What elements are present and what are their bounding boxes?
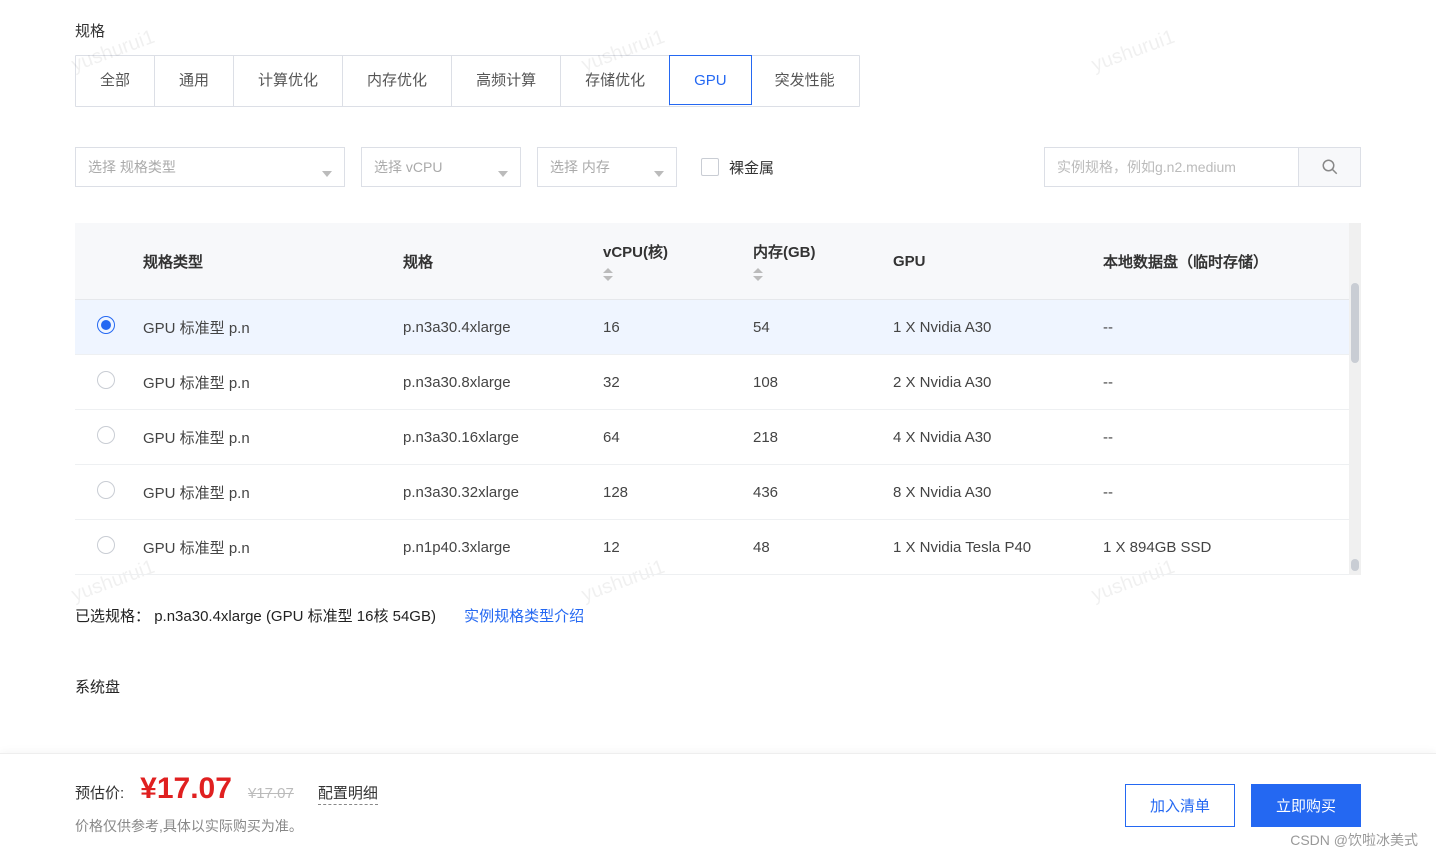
table-row[interactable]: GPU 标准型 p.np.n3a30.4xlarge16541 X Nvidia…	[75, 300, 1349, 355]
chevron-down-icon	[498, 164, 508, 170]
th-local-disk: 本地数据盘（临时存储）	[1095, 223, 1349, 300]
cell-spec-type: GPU 标准型 p.n	[135, 300, 395, 355]
csdn-attribution: CSDN @饮啦冰美式	[1290, 830, 1418, 850]
th-vcpu[interactable]: vCPU(核)	[595, 223, 745, 300]
search-group	[1044, 147, 1361, 187]
selected-spec-label: 已选规格：	[75, 608, 150, 625]
select-memory[interactable]: 选择 内存	[537, 147, 677, 187]
bare-metal-checkbox[interactable]	[701, 158, 719, 176]
estimate-price-value: ¥17.07	[140, 772, 232, 806]
chevron-down-icon	[322, 164, 332, 170]
buy-now-button[interactable]: 立即购买	[1251, 784, 1361, 827]
footer-actions: 加入清单 立即购买	[1125, 784, 1361, 827]
row-radio[interactable]	[97, 481, 115, 499]
scrollbar-thumb[interactable]	[1351, 559, 1359, 571]
table-row[interactable]: GPU 标准型 p.np.n3a30.16xlarge642184 X Nvid…	[75, 410, 1349, 465]
original-price-value: ¥17.07	[248, 785, 294, 802]
search-icon	[1321, 158, 1339, 176]
scrollbar-thumb[interactable]	[1351, 283, 1359, 363]
bare-metal-checkbox-group: 裸金属	[701, 157, 774, 178]
cell-spec-type: GPU 标准型 p.n	[135, 520, 395, 575]
cell-memory: 436	[745, 465, 885, 520]
row-radio[interactable]	[97, 426, 115, 444]
cell-local-disk: --	[1095, 410, 1349, 465]
chevron-down-icon	[654, 164, 664, 170]
th-memory[interactable]: 内存(GB)	[745, 223, 885, 300]
th-spec-type: 规格类型	[135, 223, 395, 300]
cell-spec: p.n3a30.8xlarge	[395, 355, 595, 410]
section-title-spec: 规格	[75, 20, 1361, 41]
select-vcpu[interactable]: 选择 vCPU	[361, 147, 521, 187]
cell-local-disk: 1 X 894GB SSD	[1095, 520, 1349, 575]
cell-memory: 108	[745, 355, 885, 410]
section-title-system-disk: 系统盘	[75, 676, 1361, 697]
select-spec-type[interactable]: 选择 规格类型	[75, 147, 345, 187]
table-row[interactable]: GPU 标准型 p.np.n3a30.32xlarge1284368 X Nvi…	[75, 465, 1349, 520]
bare-metal-label: 裸金属	[729, 157, 774, 178]
tab-高频计算[interactable]: 高频计算	[452, 56, 561, 106]
cell-vcpu: 32	[595, 355, 745, 410]
spec-table-wrap: 规格类型 规格 vCPU(核) 内存(GB) GPU 本地数据盘（临时存储） G…	[75, 223, 1361, 575]
tab-计算优化[interactable]: 计算优化	[234, 56, 343, 106]
cell-spec-type: GPU 标准型 p.n	[135, 410, 395, 465]
price-note: 价格仅供参考,具体以实际购买为准。	[75, 816, 378, 836]
spec-type-intro-link[interactable]: 实例规格类型介绍	[464, 608, 584, 625]
tab-通用[interactable]: 通用	[155, 56, 234, 106]
cell-local-disk: --	[1095, 465, 1349, 520]
footer-bar: 预估价: ¥17.07 ¥17.07 配置明细 价格仅供参考,具体以实际购买为准…	[0, 753, 1436, 856]
select-spec-type-placeholder: 选择 规格类型	[88, 157, 176, 177]
table-row[interactable]: GPU 标准型 p.np.n3a30.8xlarge321082 X Nvidi…	[75, 355, 1349, 410]
cell-gpu: 4 X Nvidia A30	[885, 410, 1095, 465]
cell-spec-type: GPU 标准型 p.n	[135, 355, 395, 410]
cell-memory: 48	[745, 520, 885, 575]
filter-row: 选择 规格类型 选择 vCPU 选择 内存 裸金属	[75, 147, 1361, 187]
row-radio[interactable]	[97, 536, 115, 554]
th-gpu: GPU	[885, 223, 1095, 300]
tab-存储优化[interactable]: 存储优化	[561, 56, 670, 106]
selected-spec-value: p.n3a30.4xlarge (GPU 标准型 16核 54GB)	[154, 608, 436, 625]
select-memory-placeholder: 选择 内存	[550, 157, 610, 177]
price-row: 预估价: ¥17.07 ¥17.07 配置明细	[75, 772, 378, 806]
tab-GPU[interactable]: GPU	[669, 55, 752, 105]
selected-spec-summary: 已选规格： p.n3a30.4xlarge (GPU 标准型 16核 54GB)…	[75, 605, 1361, 626]
cell-memory: 54	[745, 300, 885, 355]
cell-spec-type: GPU 标准型 p.n	[135, 465, 395, 520]
tab-全部[interactable]: 全部	[76, 56, 155, 106]
row-radio[interactable]	[97, 371, 115, 389]
cell-spec: p.n3a30.4xlarge	[395, 300, 595, 355]
cell-vcpu: 128	[595, 465, 745, 520]
spec-tabs: 全部通用计算优化内存优化高频计算存储优化GPU突发性能	[75, 55, 860, 107]
cell-spec: p.n3a30.32xlarge	[395, 465, 595, 520]
search-button[interactable]	[1299, 147, 1361, 187]
cell-spec: p.n1p40.3xlarge	[395, 520, 595, 575]
config-detail-link[interactable]: 配置明细	[318, 782, 378, 805]
cell-gpu: 1 X Nvidia A30	[885, 300, 1095, 355]
cell-vcpu: 16	[595, 300, 745, 355]
cell-local-disk: --	[1095, 300, 1349, 355]
cell-gpu: 2 X Nvidia A30	[885, 355, 1095, 410]
cell-gpu: 1 X Nvidia Tesla P40	[885, 520, 1095, 575]
search-input[interactable]	[1044, 147, 1299, 187]
estimate-price-label: 预估价:	[75, 782, 124, 803]
cell-gpu: 8 X Nvidia A30	[885, 465, 1095, 520]
sort-icon	[753, 268, 877, 281]
spec-table: 规格类型 规格 vCPU(核) 内存(GB) GPU 本地数据盘（临时存储） G…	[75, 223, 1349, 575]
table-row[interactable]: GPU 标准型 p.np.n1p40.3xlarge12481 X Nvidia…	[75, 520, 1349, 575]
cell-spec: p.n3a30.16xlarge	[395, 410, 595, 465]
add-to-list-button[interactable]: 加入清单	[1125, 784, 1235, 827]
row-radio[interactable]	[97, 316, 115, 334]
cell-memory: 218	[745, 410, 885, 465]
select-vcpu-placeholder: 选择 vCPU	[374, 157, 442, 177]
cell-vcpu: 64	[595, 410, 745, 465]
tab-内存优化[interactable]: 内存优化	[343, 56, 452, 106]
sort-icon	[603, 268, 737, 281]
th-spec: 规格	[395, 223, 595, 300]
cell-local-disk: --	[1095, 355, 1349, 410]
tab-突发性能[interactable]: 突发性能	[751, 56, 859, 106]
cell-vcpu: 12	[595, 520, 745, 575]
